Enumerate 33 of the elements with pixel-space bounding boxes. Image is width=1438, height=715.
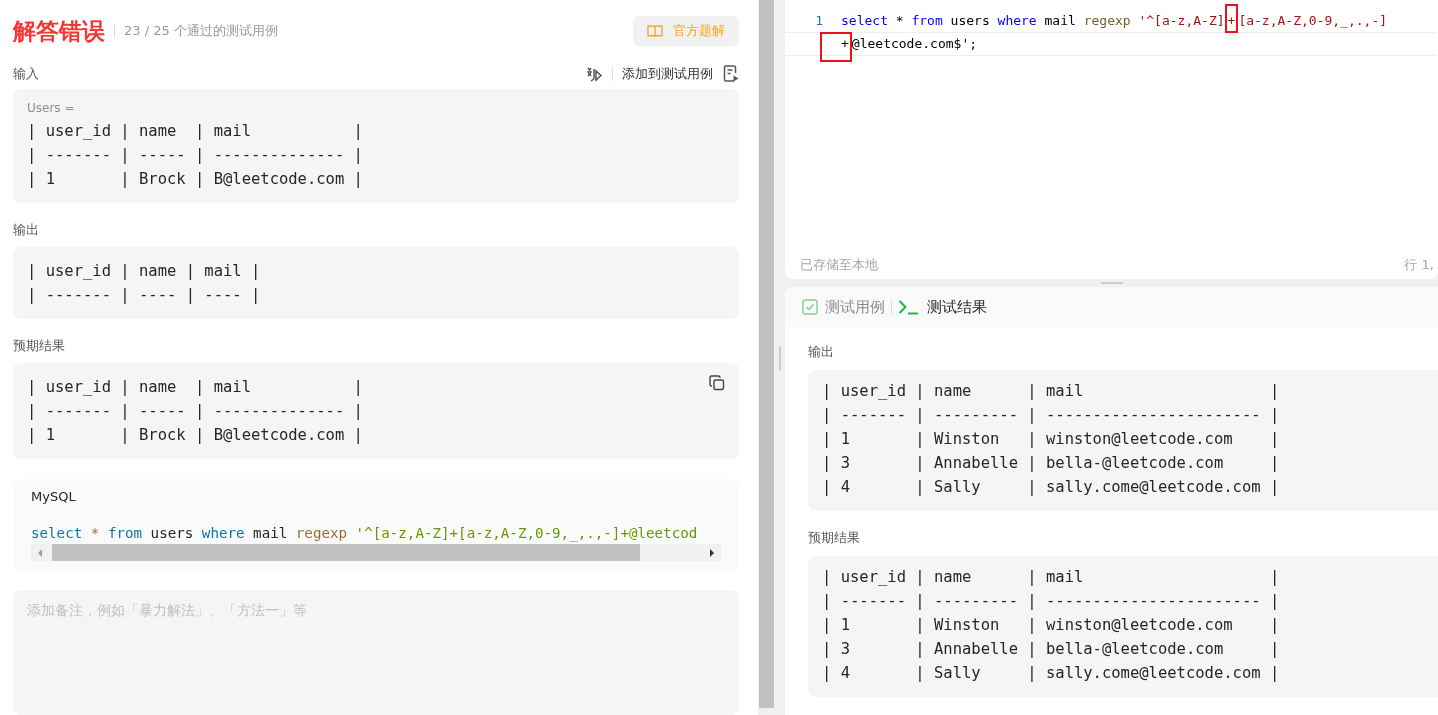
result-title: 解答错误 (13, 16, 105, 46)
cursor-position: 行 1, (1404, 256, 1434, 275)
terminal-icon (898, 299, 920, 315)
checkbox-icon (802, 299, 818, 315)
resize-handle[interactable] (1100, 282, 1123, 284)
code-line: select * from users where mail regexp '^[a-z,A-Z] + [a-z,A-Z,0-9,_,.,-] (841, 10, 1388, 32)
line-number: 1 (814, 12, 824, 30)
table-text: | user_id | name | mail | | ------- | --------- | ----------------------- | | 1 | Winston | winston@leetcode.com | | 3 | Annabelle | bella-@leetcode.com | | 4 | Sally | sally.come@leetcode.com | (822, 567, 1280, 684)
debug-icon[interactable] (585, 65, 603, 83)
add-testcase-button[interactable]: 添加到测试用例 (622, 65, 723, 83)
save-status: 已存储至本地 (800, 256, 878, 275)
resize-handle[interactable] (779, 345, 781, 370)
section-label: 输入 (13, 65, 39, 83)
table-text: | user_id | name | mail | | ------- | ---- | ---- | (27, 261, 261, 306)
section-label: 预期结果 (808, 529, 861, 547)
section-label: 输出 (13, 221, 40, 239)
code-line: select * from users where mail regexp '^[a-z,A-Z]+[a-z,A-Z,0-9,_,.,-]+@leetcod (31, 524, 699, 544)
table-text: | user_id | name | mail | | ------- | ----- | -------------- | | 1 | Brock | B@leetcode.com | (27, 377, 363, 446)
pass-summary: 23 / 25 个通过的测试用例 (124, 22, 278, 40)
language-label: MySQL (31, 489, 77, 504)
section-label: 输出 (808, 343, 835, 361)
tab[interactable]: 测试结果 (898, 297, 987, 317)
table-text: | user_id | name | mail | | ------- | --------- | ----------------------- | | 1 | Winston | winston@leetcode.com | | 3 | Annabelle | bella-@leetcode.com | | 4 | Sally | sally.come@leetcode.com | (822, 381, 1280, 498)
variable-label: Users = (27, 101, 76, 115)
table-text: | user_id | name | mail | | ------- | ----- | -------------- | | 1 | Brock | B@leetcode.com | (27, 121, 363, 190)
copy-icon[interactable] (709, 375, 725, 391)
section-label: 预期结果 (13, 337, 66, 355)
code-line: + @leetcode.com$'; (841, 33, 978, 55)
horizontal-scrollbar[interactable] (31, 544, 721, 561)
document-play-icon[interactable] (723, 65, 739, 83)
left-arrow-icon[interactable] (36, 547, 44, 558)
book-icon (647, 24, 663, 38)
right-arrow-icon[interactable] (708, 547, 716, 558)
